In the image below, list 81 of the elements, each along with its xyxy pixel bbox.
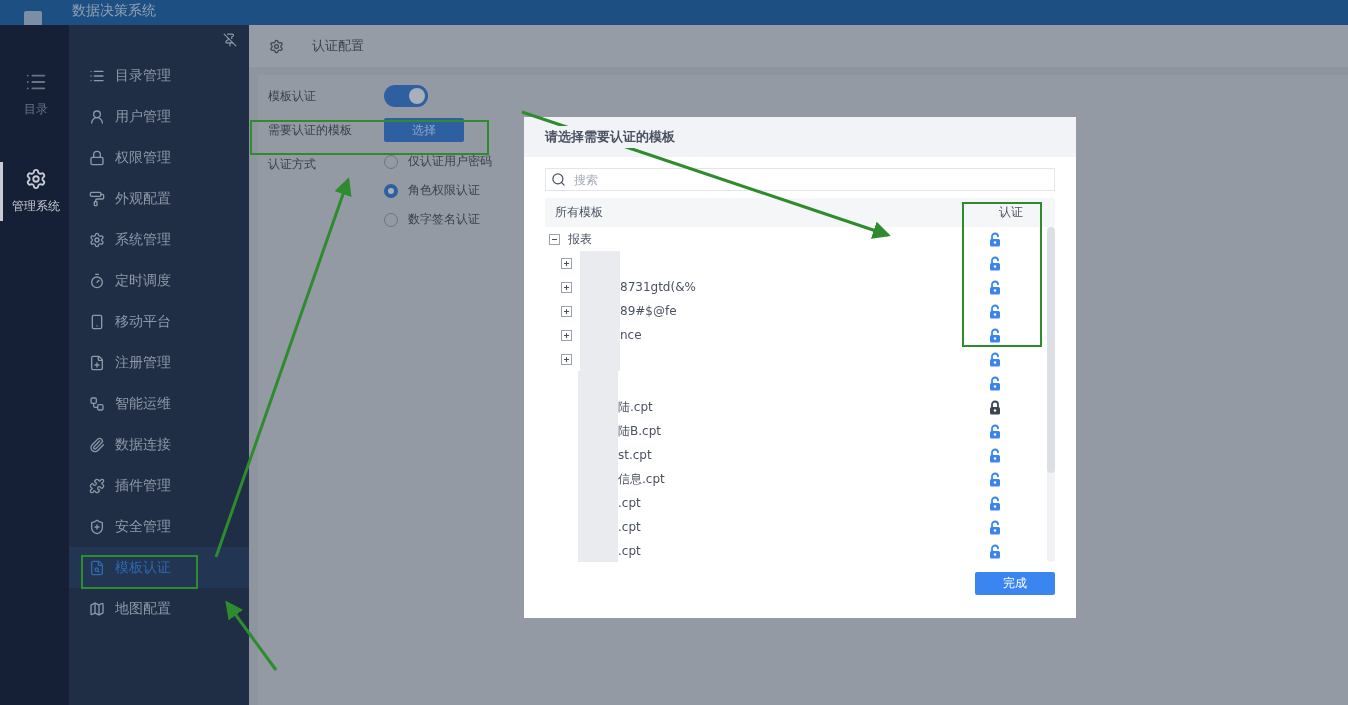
- unlock-icon[interactable]: [989, 471, 1001, 487]
- field-label: 模板认证: [268, 88, 317, 105]
- rail-item[interactable]: 目录: [0, 65, 69, 124]
- search-field[interactable]: 搜索: [545, 168, 1055, 191]
- menu-item[interactable]: 注册管理: [69, 342, 249, 383]
- tree-item[interactable]: .cpt: [618, 544, 641, 558]
- file-plus-icon: [89, 354, 105, 371]
- menu-item[interactable]: 地图配置: [69, 588, 249, 629]
- unpin-icon[interactable]: [223, 33, 237, 47]
- field-label: 需要认证的模板: [268, 122, 353, 139]
- tree-item[interactable]: 89#$@fe: [620, 304, 677, 318]
- lock-icon: [89, 149, 105, 166]
- timer-icon: [89, 272, 105, 289]
- unlock-icon[interactable]: [989, 447, 1001, 463]
- field-label: 认证方式: [268, 156, 317, 173]
- puzzle-icon: [89, 477, 105, 494]
- tree-item[interactable]: 信息.cpt: [618, 470, 665, 488]
- expand-icon[interactable]: [561, 281, 572, 293]
- menu-item[interactable]: 智能运维: [69, 383, 249, 424]
- unlock-icon[interactable]: [989, 327, 1001, 343]
- tree-item[interactable]: .cpt: [618, 496, 641, 510]
- map-icon: [89, 600, 105, 617]
- tree-item[interactable]: 陆.cpt: [618, 398, 653, 416]
- unlock-icon[interactable]: [989, 255, 1001, 271]
- gear-icon: [25, 168, 47, 190]
- network-icon: [89, 395, 105, 412]
- paint-roller-icon: [89, 190, 105, 207]
- menu-item[interactable]: 定时调度: [69, 260, 249, 301]
- unlock-icon[interactable]: [989, 543, 1001, 559]
- unlock-icon[interactable]: [989, 495, 1001, 511]
- expand-icon[interactable]: [561, 353, 572, 365]
- menu-item[interactable]: 数据连接: [69, 424, 249, 465]
- tree-item[interactable]: st.cpt: [618, 448, 652, 462]
- unlock-icon[interactable]: [989, 231, 1001, 247]
- shield-icon: [89, 518, 105, 535]
- tree-item[interactable]: .cpt: [618, 520, 641, 534]
- menu-item[interactable]: 目录管理: [69, 55, 249, 96]
- menu-item[interactable]: 外观配置: [69, 178, 249, 219]
- unlock-icon[interactable]: [989, 351, 1001, 367]
- radio-label: 角色权限认证: [408, 182, 480, 199]
- column-header: 认证: [999, 204, 1023, 221]
- settings-icon: [89, 231, 105, 248]
- tree-item[interactable]: 8731gtd(&%: [620, 280, 696, 294]
- toggle-switch[interactable]: [384, 85, 428, 107]
- expand-icon[interactable]: [561, 305, 572, 317]
- unlock-icon[interactable]: [989, 375, 1001, 391]
- tree-item[interactable]: 陆B.cpt: [618, 422, 661, 440]
- annotation-arrow: [225, 600, 278, 671]
- unlock-icon[interactable]: [989, 279, 1001, 295]
- column-header: 所有模板: [555, 204, 603, 221]
- page-title: 认证配置: [312, 37, 364, 55]
- menu-item[interactable]: 移动平台: [69, 301, 249, 342]
- radio-label: 仅认证用户密码: [408, 153, 492, 170]
- expand-icon[interactable]: [561, 329, 572, 341]
- settings-icon: [269, 38, 284, 54]
- tree-item[interactable]: 报表: [568, 230, 592, 248]
- file-search-icon: [89, 559, 105, 576]
- phone-icon: [89, 313, 105, 330]
- expand-icon[interactable]: [561, 257, 572, 269]
- radio-button[interactable]: [384, 183, 398, 198]
- collapse-icon[interactable]: [549, 233, 560, 245]
- lock-icon[interactable]: [989, 399, 1001, 415]
- unlock-icon[interactable]: [989, 519, 1001, 535]
- menu-item[interactable]: 系统管理: [69, 219, 249, 260]
- unlock-icon[interactable]: [989, 303, 1001, 319]
- app-title: 数据决策系统: [72, 1, 156, 19]
- paperclip-icon: [89, 436, 105, 453]
- tree-item[interactable]: nce: [620, 328, 642, 342]
- logo-icon: [24, 11, 42, 25]
- user-icon: [89, 108, 105, 125]
- select-button[interactable]: 选择: [384, 118, 464, 142]
- radio-label: 数字签名认证: [408, 211, 480, 228]
- menu-item[interactable]: 用户管理: [69, 96, 249, 137]
- menu-item[interactable]: 插件管理: [69, 465, 249, 506]
- menu-item[interactable]: 安全管理: [69, 506, 249, 547]
- menu-item[interactable]: 权限管理: [69, 137, 249, 178]
- search-icon: [551, 172, 566, 187]
- unlock-icon[interactable]: [989, 423, 1001, 439]
- scrollbar[interactable]: [1047, 227, 1055, 562]
- done-button[interactable]: 完成: [975, 572, 1055, 595]
- dialog-title: 请选择需要认证的模板: [545, 126, 675, 148]
